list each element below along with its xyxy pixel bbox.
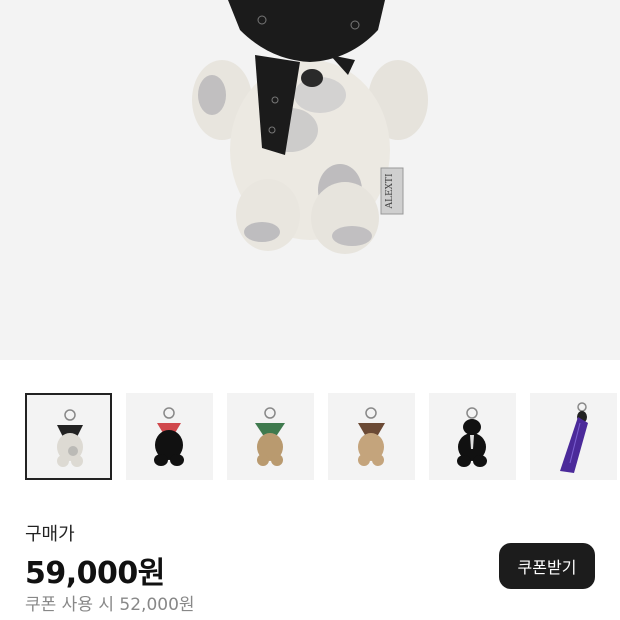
product-price: 59,000원 — [25, 556, 165, 591]
purchase-price-label: 구매가 — [25, 524, 75, 545]
thumbnail-4[interactable] — [328, 393, 415, 480]
bear-red-bandana-icon — [154, 407, 184, 466]
thumbnail-1[interactable] — [25, 393, 112, 480]
thumbnail-2[interactable] — [126, 393, 213, 480]
thumbnail-5[interactable] — [429, 393, 516, 480]
bear-brown-bandana-icon — [358, 407, 385, 466]
bear-black-bandana-icon — [57, 409, 83, 467]
get-coupon-button[interactable]: 쿠폰받기 — [499, 543, 595, 589]
bear-green-bandana-icon — [255, 407, 285, 466]
thumbnail-strip — [25, 393, 620, 483]
bear-keyring-illustration: ALEXTI — [192, 0, 428, 254]
bear-black-tie-icon — [457, 407, 487, 467]
coupon-price-text: 쿠폰 사용 시 52,000원 — [25, 595, 195, 615]
product-tag-text: ALEXTI — [385, 173, 395, 209]
thumbnail-6[interactable] — [530, 393, 617, 480]
purple-scarf-icon — [560, 402, 588, 473]
product-main-image: ALEXTI — [0, 0, 620, 360]
thumbnail-3[interactable] — [227, 393, 314, 480]
